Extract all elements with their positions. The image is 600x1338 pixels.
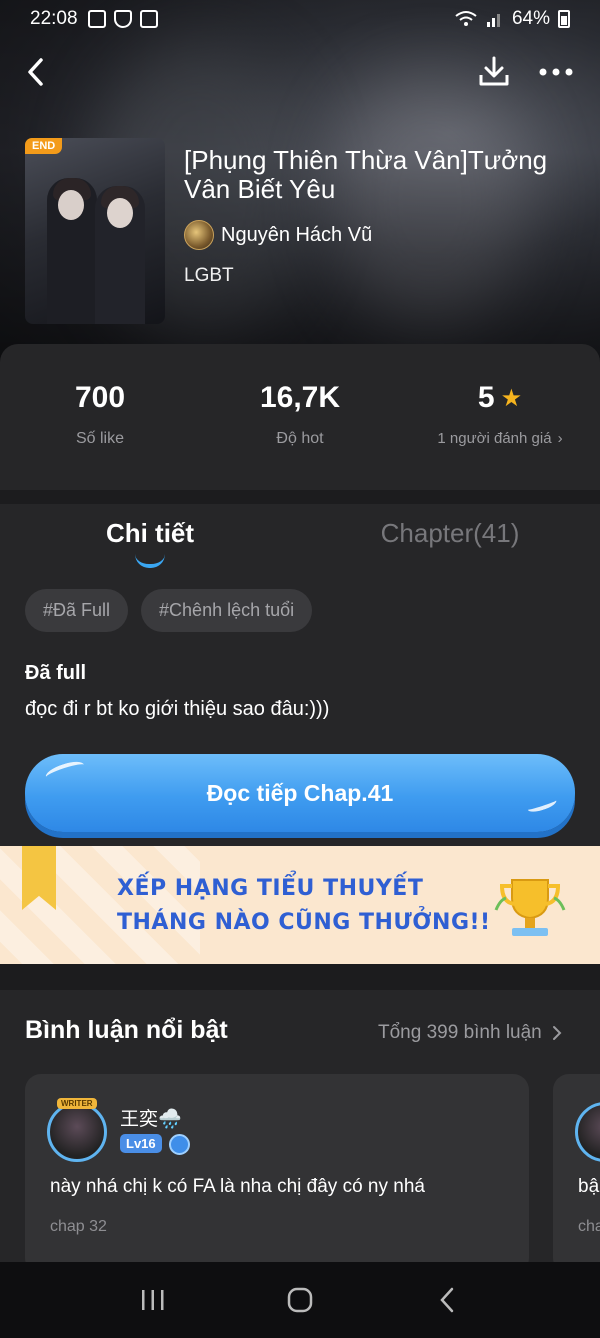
stats-row: 700 Số like 16,7K Độ hot 5 ★ 1 người đánh… [0,378,600,488]
book-cover[interactable] [25,138,165,324]
shield-icon [113,10,132,28]
avatar[interactable] [47,1102,107,1162]
likes-label: Số like [75,430,125,447]
wifi-icon [455,11,477,26]
description-title: Đã full [25,662,87,684]
tab-chapters[interactable]: Chapter(41) [300,512,600,572]
avatar[interactable] [575,1102,600,1162]
status-time: 22:08 [30,8,78,29]
more-options-button[interactable] [532,50,580,94]
comments-total-link[interactable]: Tổng 399 bình luận [378,1022,562,1044]
battery-icon [558,10,570,28]
divider [0,490,600,504]
signal-icon [486,14,500,27]
home-icon [287,1287,313,1313]
status-bar: 22:08 64% [0,0,600,38]
author-name: Nguyên Hách Vũ [221,223,373,246]
back-arrow-icon [439,1287,453,1313]
media-icon [139,10,158,28]
chevron-right-icon: › [557,430,563,447]
trophy-icon [494,879,566,936]
section-spacer [0,964,600,990]
continue-reading-label: Đọc tiếp Chap.41 [206,779,394,806]
description-body: đọc đi r bt ko giới thiệu sao đâu:))) [25,698,330,720]
comment-chapter: cha [578,1218,600,1235]
comment-card[interactable]: bậ cha [553,1074,600,1274]
comment-chapter: chap 32 [50,1218,107,1235]
hot-value: 16,7K [259,381,341,414]
author-avatar [184,220,214,250]
comments-total-label: Tổng 399 bình luận [378,1022,542,1043]
home-button[interactable] [270,1270,330,1330]
tag-list: #Đã Full #Chênh lệch tuổi [25,589,313,632]
continue-reading-button[interactable]: Đọc tiếp Chap.41 [25,754,575,832]
rating-label: 1 người đánh giá [437,430,552,447]
comments-heading: Bình luận nổi bật [25,1016,228,1044]
gallery-icon [87,10,106,28]
detail-sheet: 700 Số like 16,7K Độ hot 5 ★ 1 người đánh… [0,344,600,1338]
top-nav [0,50,600,94]
likes-value: 700 [74,381,126,414]
comment-text: này nhá chị k có FA là nha chị đây có ny… [50,1176,425,1197]
more-dots-icon [539,68,573,76]
download-icon [479,56,509,86]
level-badge: Lv16 [120,1134,162,1153]
end-badge: END [25,138,63,154]
battery-percent: 64% [511,8,550,29]
system-back-button[interactable] [417,1270,477,1330]
stat-rating[interactable]: 5 ★ 1 người đánh giá › [400,378,600,488]
book-genre[interactable]: LGBT [184,265,234,287]
author-row[interactable]: Nguyên Hách Vũ [184,220,372,250]
vip-icon [169,1134,190,1155]
tab-bar: Chi tiết Chapter(41) [0,512,600,572]
chevron-left-icon [28,58,43,86]
tag-item[interactable]: #Chênh lệch tuổi [141,589,313,632]
comment-username[interactable]: 王奕🌧️ [120,1104,182,1131]
book-detail-page: 22:08 64% END [Phụng Thiên Thừa Vân]Tưởn… [0,0,600,1338]
rating-value: 5 [477,381,495,414]
recent-apps-icon [142,1290,164,1310]
stat-likes: 700 Số like [0,378,200,488]
recent-apps-button[interactable] [123,1270,183,1330]
comment-text: bậ [578,1176,600,1197]
ranking-banner[interactable]: XẾP HẠNG TIỂU THUYẾT THÁNG NÀO CŨNG THƯỞ… [0,846,600,964]
banner-line-1: XẾP HẠNG TIỂU THUYẾT [117,876,424,901]
stat-hot: 16,7K Độ hot [200,378,400,488]
system-nav-bar [0,1262,600,1338]
hot-label: Độ hot [276,430,324,447]
chevron-right-icon [552,1026,562,1040]
writer-badge: WRITER [57,1098,97,1109]
download-button[interactable] [472,50,516,94]
star-icon: ★ [500,384,523,412]
book-title: [Phụng Thiên Thừa Vân]Tưởng Vân Biết Yêu [184,145,548,204]
banner-line-2: THÁNG NÀO CŨNG THƯỞNG!! [117,910,491,935]
back-button[interactable] [18,50,54,94]
comment-card[interactable]: WRITER 王奕🌧️ Lv16 này nhá chị k có FA là … [25,1074,529,1274]
tag-item[interactable]: #Đã Full [25,589,129,632]
status-right: 64% [454,8,570,30]
